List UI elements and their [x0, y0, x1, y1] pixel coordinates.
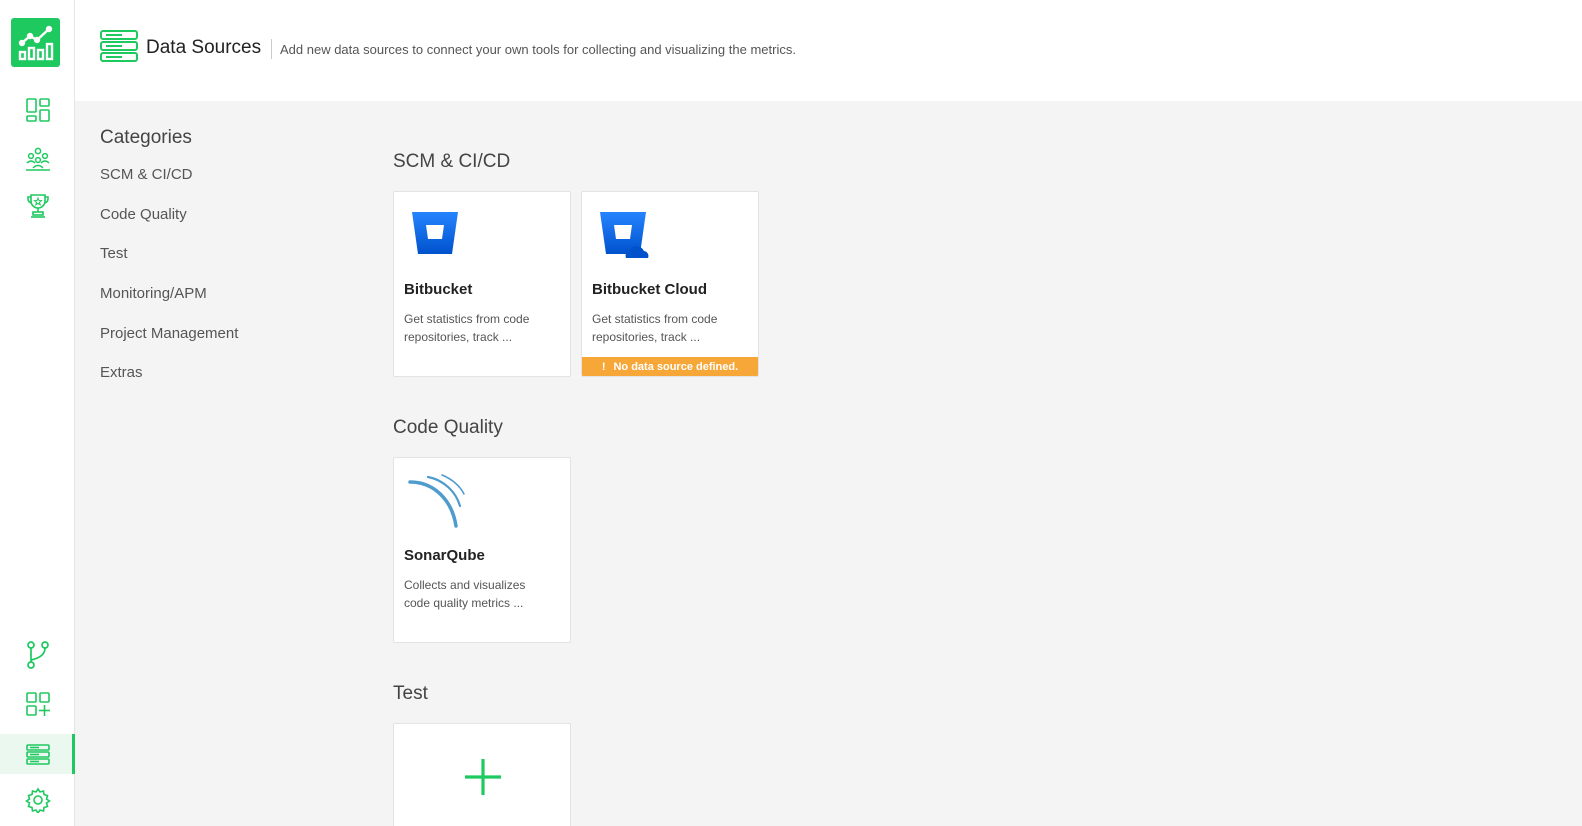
category-project-management[interactable]: Project Management	[100, 325, 238, 342]
warning-banner: ! No data source defined.	[582, 357, 758, 376]
category-scm-cicd[interactable]: SCM & CI/CD	[100, 166, 193, 183]
page-title: Data Sources	[146, 37, 262, 58]
bitbucket-icon	[410, 210, 460, 263]
nav-settings[interactable]	[0, 780, 75, 820]
section-title-code-quality: Code Quality	[393, 417, 503, 438]
sonarqube-icon	[408, 474, 466, 535]
trophy-icon	[26, 194, 49, 218]
page-description: Add new data sources to connect your own…	[280, 42, 796, 57]
nav-repositories[interactable]	[0, 635, 75, 675]
app-logo[interactable]	[11, 18, 60, 67]
category-extras[interactable]: Extras	[100, 364, 143, 381]
data-source-card-bitbucket-cloud[interactable]: Bitbucket Cloud Get statistics from code…	[581, 191, 759, 377]
card-title: Bitbucket Cloud	[592, 281, 707, 298]
exclamation-icon: !	[601, 360, 606, 373]
card-title: SonarQube	[404, 547, 485, 564]
section-title-test: Test	[393, 683, 428, 704]
page-header: Data Sources Add new data sources to con…	[75, 0, 1582, 101]
teams-icon	[25, 147, 50, 171]
add-widget-icon	[25, 692, 50, 716]
add-data-source-card[interactable]	[393, 723, 571, 826]
nav-teams[interactable]	[0, 139, 75, 179]
settings-icon	[24, 787, 51, 813]
data-source-card-bitbucket[interactable]: Bitbucket Get statistics from code repos…	[393, 191, 571, 377]
card-description: Get statistics from code repositories, t…	[592, 312, 718, 344]
branch-icon	[26, 641, 49, 669]
category-test[interactable]: Test	[100, 245, 128, 262]
categories-title: Categories	[100, 127, 192, 148]
bitbucket-cloud-icon	[598, 210, 652, 267]
chart-logo-icon	[18, 25, 53, 60]
header-divider	[271, 39, 272, 59]
nav-achievements[interactable]	[0, 186, 75, 226]
dashboard-icon	[25, 98, 50, 122]
nav-dashboards[interactable]	[0, 90, 75, 130]
add-icon	[463, 757, 503, 802]
warning-text: No data source defined.	[613, 360, 739, 373]
section-title-scm-cicd: SCM & CI/CD	[393, 151, 511, 172]
card-description: Get statistics from code repositories, t…	[404, 312, 530, 344]
sidebar	[0, 0, 75, 826]
category-code-quality[interactable]: Code Quality	[100, 206, 187, 223]
card-description: Collects and visualizes code quality met…	[404, 578, 526, 610]
data-source-card-sonarqube[interactable]: SonarQube Collects and visualizes code q…	[393, 457, 571, 643]
category-monitoring-apm[interactable]: Monitoring/APM	[100, 285, 207, 302]
nav-data-sources[interactable]	[0, 734, 75, 774]
card-title: Bitbucket	[404, 281, 473, 298]
data-sources-header-icon	[100, 30, 138, 67]
data-sources-icon	[25, 744, 50, 765]
nav-widgets[interactable]	[0, 684, 75, 724]
